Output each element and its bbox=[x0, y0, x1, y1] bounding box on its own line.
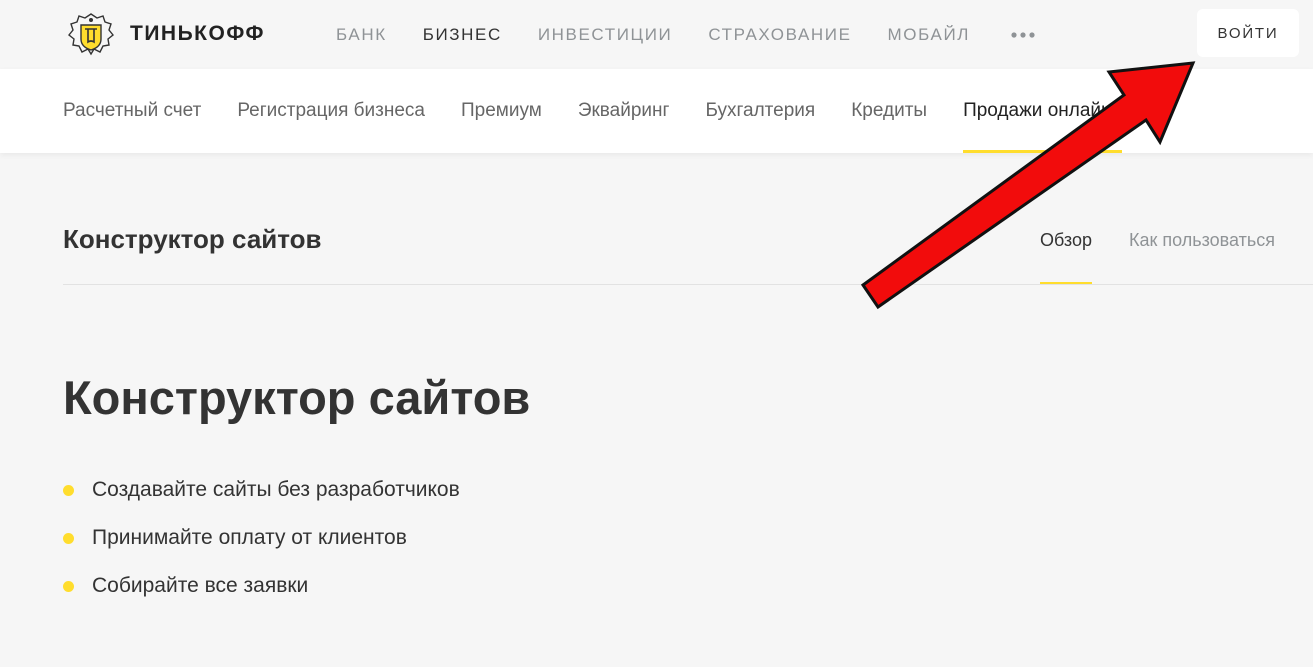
brand-name: ТИНЬКОФФ bbox=[130, 22, 265, 45]
tab-overview[interactable]: Обзор bbox=[1040, 214, 1092, 285]
feature-list: Создавайте сайты без разработчиков Прини… bbox=[63, 466, 460, 610]
top-bar: ТИНЬКОФФ БАНК БИЗНЕС ИНВЕСТИЦИИ СТРАХОВА… bbox=[0, 0, 1313, 69]
sub-nav-item-credits[interactable]: Кредиты bbox=[851, 69, 927, 153]
main-nav-item-mobile[interactable]: МОБАЙЛ bbox=[888, 25, 970, 45]
feature-text: Создавайте сайты без разработчиков bbox=[92, 478, 460, 501]
main-nav-item-bank[interactable]: БАНК bbox=[336, 25, 387, 45]
login-button[interactable]: ВОЙТИ bbox=[1197, 9, 1299, 57]
main-nav-item-business[interactable]: БИЗНЕС bbox=[423, 25, 502, 45]
sub-nav-item-registration[interactable]: Регистрация бизнеса bbox=[237, 69, 425, 153]
business-sub-nav: Расчетный счет Регистрация бизнеса Преми… bbox=[0, 69, 1313, 153]
ellipsis-icon[interactable] bbox=[1010, 31, 1036, 39]
product-tabs: Обзор Как пользоваться bbox=[1040, 214, 1312, 285]
list-item: Создавайте сайты без разработчиков bbox=[63, 466, 460, 514]
sub-nav-item-accounting[interactable]: Бухгалтерия bbox=[705, 69, 815, 153]
bullet-icon bbox=[63, 484, 74, 496]
feature-text: Принимайте оплату от клиентов bbox=[92, 526, 407, 549]
feature-text: Собирайте все заявки bbox=[92, 574, 309, 597]
list-item: Принимайте оплату от клиентов bbox=[63, 514, 460, 562]
list-item: Собирайте все заявки bbox=[63, 562, 460, 610]
bullet-icon bbox=[63, 532, 74, 544]
sub-nav-item-acquiring[interactable]: Эквайринг bbox=[578, 69, 670, 153]
tab-how-to-use[interactable]: Как пользоваться bbox=[1129, 214, 1275, 285]
main-nav-item-investments[interactable]: ИНВЕСТИЦИИ bbox=[538, 25, 673, 45]
main-nav-item-insurance[interactable]: СТРАХОВАНИЕ bbox=[708, 25, 851, 45]
section-divider bbox=[63, 284, 1313, 285]
product-title: Конструктор сайтов bbox=[63, 224, 322, 254]
brand-logo[interactable]: ТИНЬКОФФ bbox=[64, 10, 265, 58]
page: ТИНЬКОФФ БАНК БИЗНЕС ИНВЕСТИЦИИ СТРАХОВА… bbox=[0, 0, 1313, 667]
bullet-icon bbox=[63, 580, 74, 592]
tinkoff-crest-icon bbox=[68, 13, 114, 56]
hero-title: Конструктор сайтов bbox=[63, 371, 531, 424]
sub-nav-item-premium[interactable]: Премиум bbox=[461, 69, 542, 153]
main-nav: БАНК БИЗНЕС ИНВЕСТИЦИИ СТРАХОВАНИЕ МОБАЙ… bbox=[318, 0, 1036, 69]
sub-nav-item-online-sales[interactable]: Продажи онлайне bbox=[963, 69, 1123, 153]
sub-nav-item-account[interactable]: Расчетный счет bbox=[63, 69, 201, 153]
